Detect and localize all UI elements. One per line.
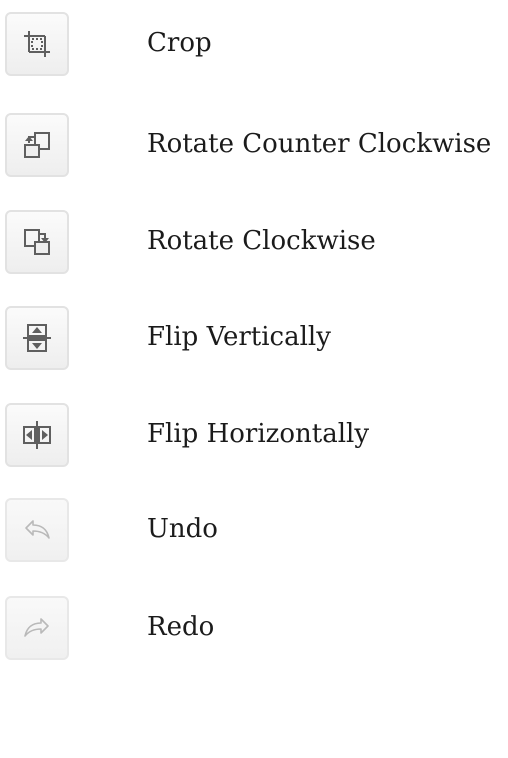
undo-button[interactable] — [5, 498, 69, 562]
rotate-counter-clockwise-button[interactable] — [5, 113, 69, 177]
redo-label: Redo — [147, 612, 215, 642]
crop-button[interactable] — [5, 12, 69, 76]
rotate-clockwise-label: Rotate Clockwise — [147, 226, 376, 256]
flip-horizontal-icon — [23, 421, 51, 449]
tool-row-flip-horizontally: Flip Horizontally — [0, 403, 508, 467]
flip-horizontally-label: Flip Horizontally — [147, 419, 370, 449]
undo-label: Undo — [147, 514, 218, 544]
rotate-clockwise-button[interactable] — [5, 210, 69, 274]
flip-vertically-label: Flip Vertically — [147, 322, 331, 352]
tool-row-redo: Redo — [0, 596, 508, 660]
tool-row-flip-vertically: Flip Vertically — [0, 306, 508, 370]
tool-row-rotate-clockwise: Rotate Clockwise — [0, 210, 508, 274]
crop-label: Crop — [147, 28, 212, 58]
flip-vertically-button[interactable] — [5, 306, 69, 370]
flip-vertical-icon — [23, 324, 51, 352]
rotate-clockwise-icon — [24, 229, 50, 255]
flip-horizontally-button[interactable] — [5, 403, 69, 467]
undo-icon — [25, 520, 50, 539]
redo-button[interactable] — [5, 596, 69, 660]
rotate-counter-clockwise-icon — [24, 132, 50, 158]
crop-icon — [24, 31, 50, 57]
tool-row-undo: Undo — [0, 498, 508, 562]
tool-row-rotate-counter-clockwise: Rotate Counter Clockwise — [0, 113, 508, 177]
rotate-counter-clockwise-label: Rotate Counter Clockwise — [147, 129, 492, 159]
redo-icon — [24, 618, 49, 637]
tool-row-crop: Crop — [0, 12, 508, 76]
